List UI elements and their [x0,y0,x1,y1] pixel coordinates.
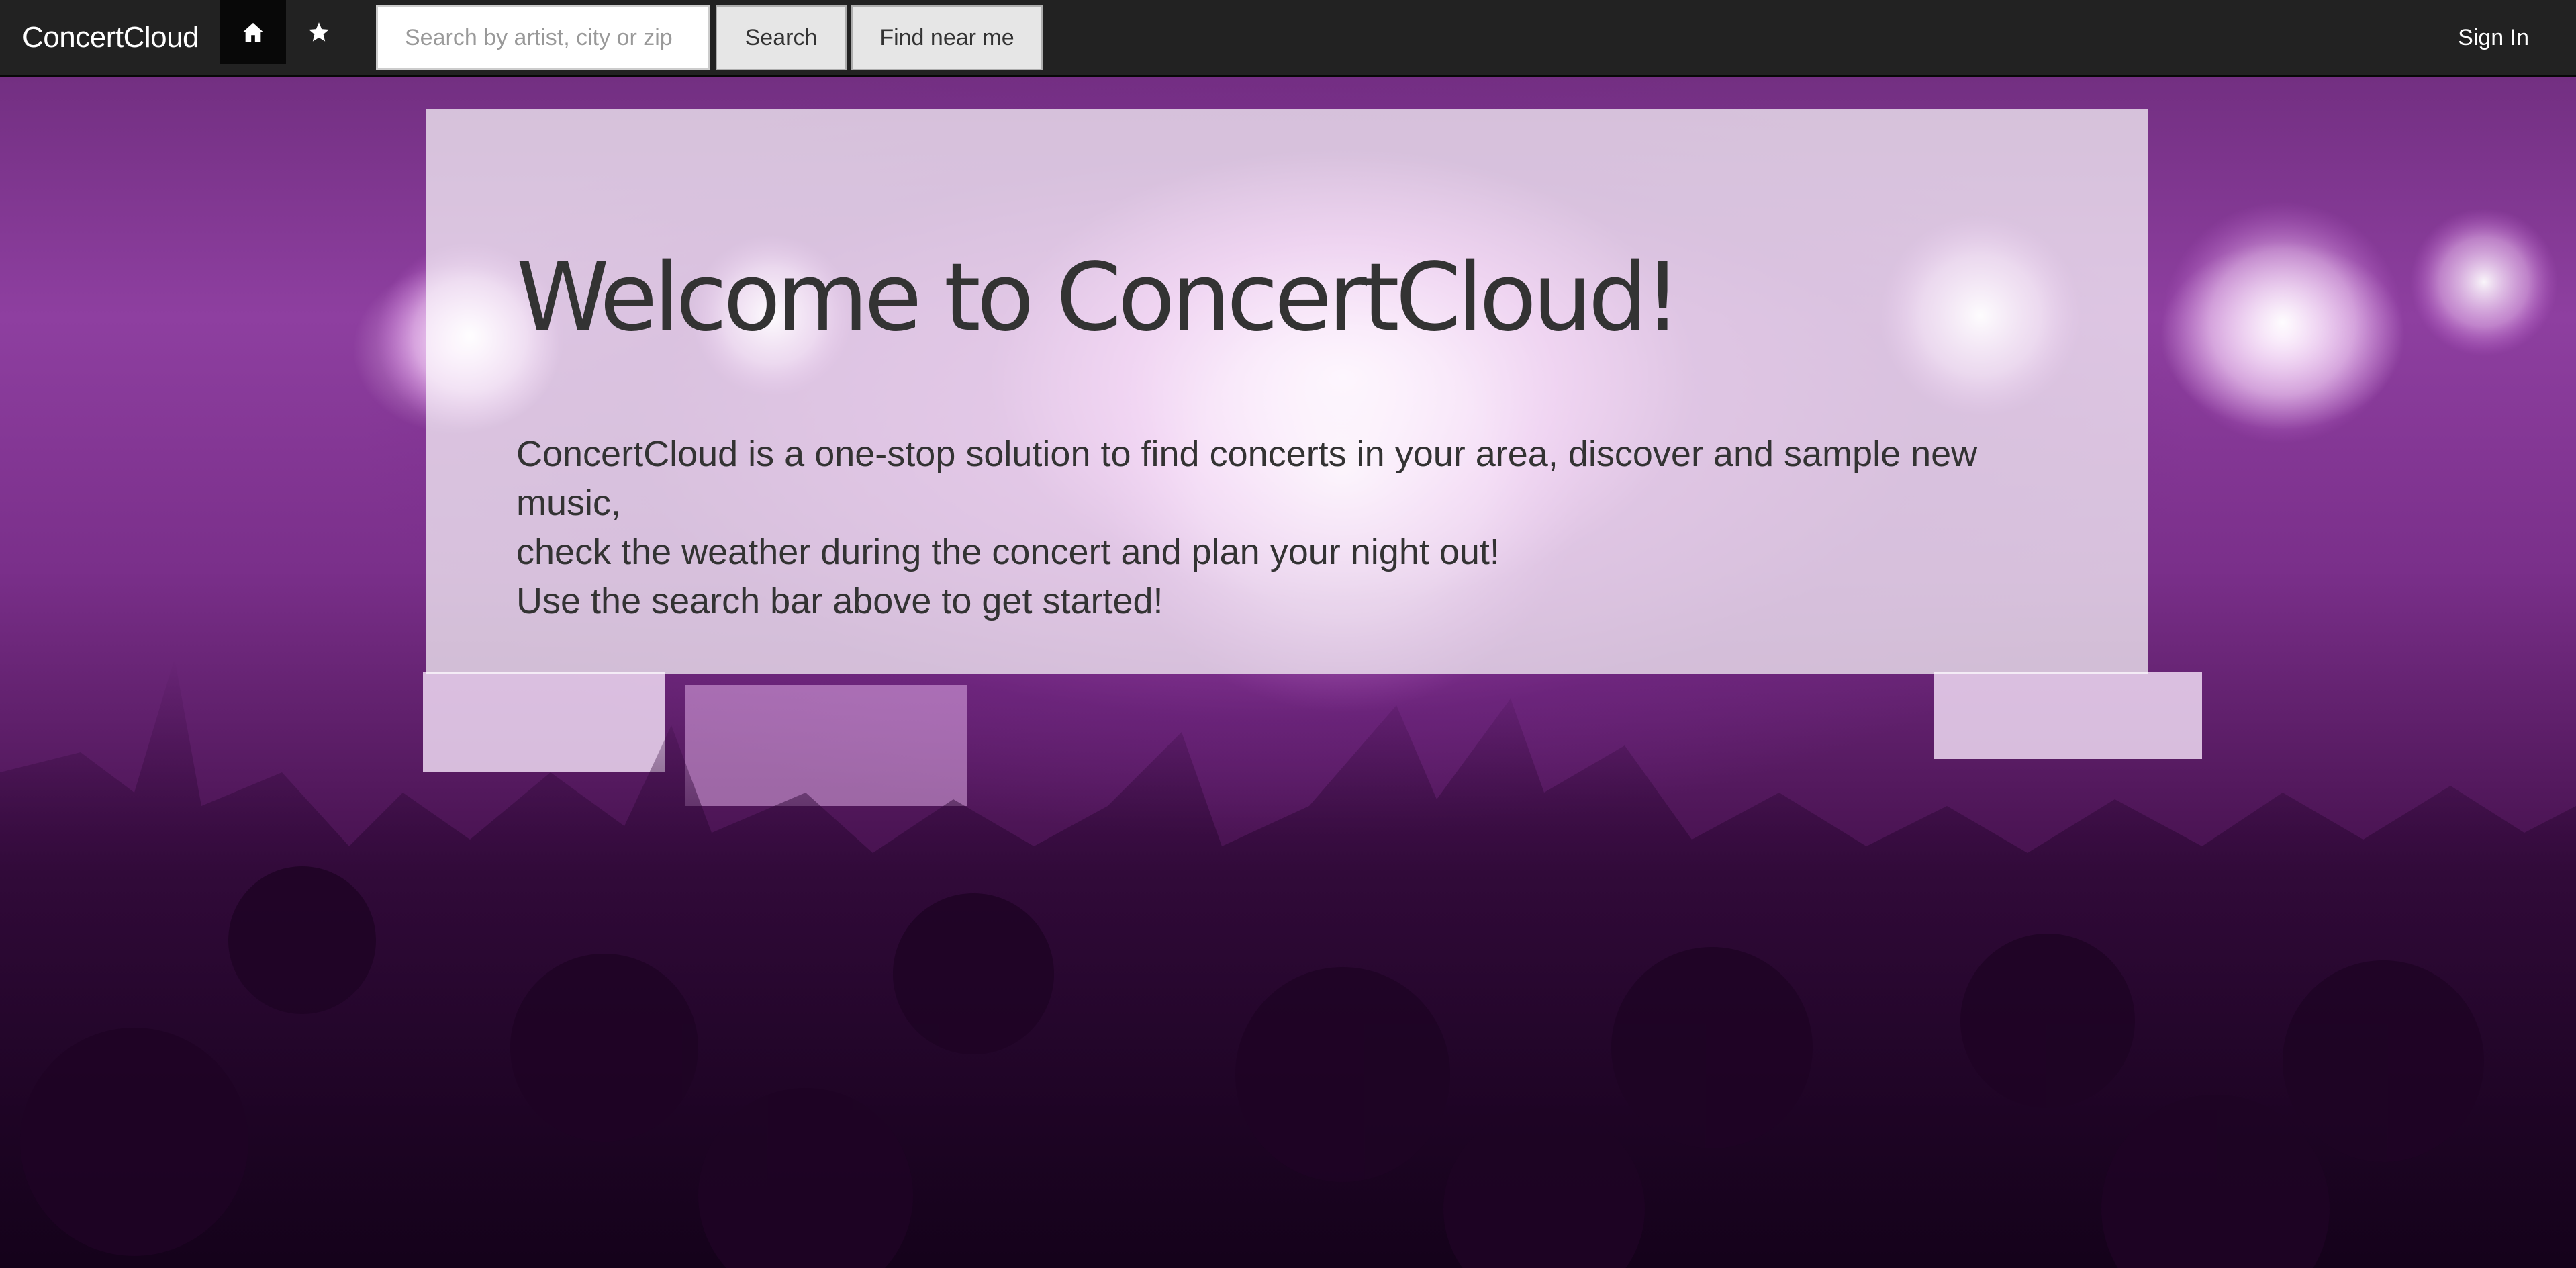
search-input[interactable] [376,5,710,70]
brand-logo-link[interactable]: ConcertCloud [22,0,199,75]
search-button[interactable]: Search [716,5,847,70]
welcome-description: ConcertCloud is a one-stop solution to f… [516,430,2074,626]
page-title: Welcome to ConcertCloud! [516,243,1682,353]
sign-in-link[interactable]: Sign In [2458,0,2529,75]
star-icon [309,22,329,42]
home-icon [242,22,264,42]
description-line: Use the search bar above to get started! [516,581,1163,621]
description-line: ConcertCloud is a one-stop solution to f… [516,434,1978,523]
home-nav-button[interactable] [220,0,286,64]
welcome-jumbotron: Welcome to ConcertCloud! ConcertCloud is… [426,109,2148,674]
favorites-nav-button[interactable] [286,0,352,64]
top-navbar: ConcertCloud Search Find near me Sign In [0,0,2576,77]
find-near-me-button[interactable]: Find near me [851,5,1043,70]
description-line: check the weather during the concert and… [516,532,1500,572]
